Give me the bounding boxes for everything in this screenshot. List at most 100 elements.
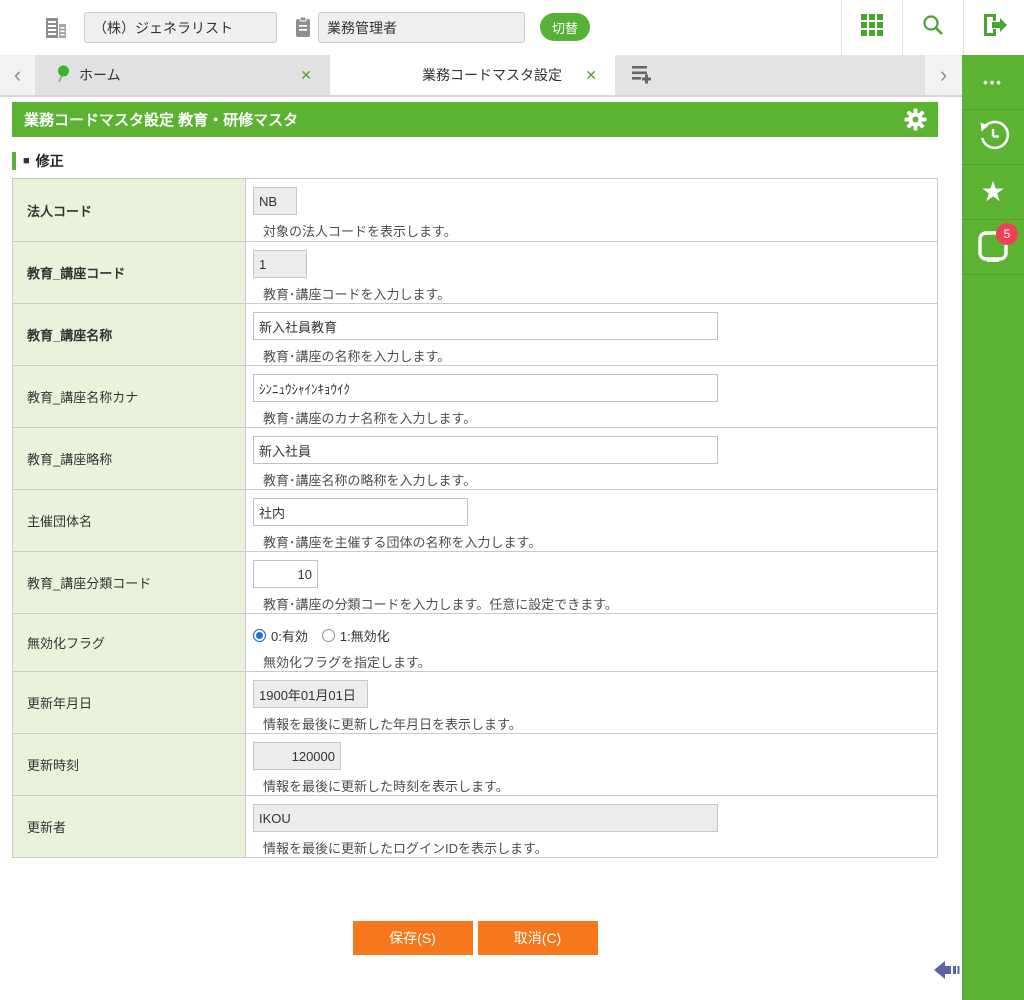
page-title: 業務コードマスタ設定 教育・研修マスタ: [24, 112, 299, 129]
logout-icon: [980, 12, 1008, 43]
tabs-scroll-right[interactable]: ›: [925, 55, 962, 95]
field-value-cell: 教育･講座の分類コードを入力します。任意に設定できます。: [246, 552, 937, 613]
search-icon: [921, 13, 945, 42]
field-value-cell: 教育･講座を主催する団体の名称を入力します。: [246, 490, 937, 551]
section-accent-bar: [12, 152, 16, 170]
add-tab-button[interactable]: [625, 62, 659, 90]
corporate-code-input: [253, 187, 297, 215]
form-row-corporate-code: 法人コード 対象の法人コードを表示します。: [13, 179, 937, 241]
form-row-organizer-name: 主催団体名 教育･講座を主催する団体の名称を入力します。: [13, 489, 937, 551]
save-button[interactable]: 保存(S): [352, 921, 473, 955]
field-help: 教育･講座の分類コードを入力します。任意に設定できます。: [263, 597, 618, 612]
field-value-cell: 情報を最後に更新した年月日を表示します。: [246, 672, 937, 733]
field-value-cell: 教育･講座コードを入力します。: [246, 242, 937, 303]
field-label: 教育_講座名称カナ: [27, 390, 139, 405]
field-label: 教育_講座分類コード: [27, 576, 152, 591]
field-label-cell: 教育_講座略称: [13, 428, 246, 489]
section-bullet: ■: [23, 155, 30, 167]
cancel-button[interactable]: 取消(C): [477, 921, 598, 955]
update-time-input: [253, 742, 341, 770]
grid-icon: [860, 13, 884, 42]
field-label-cell: 教育_講座名称カナ: [13, 366, 246, 427]
field-value-cell: 教育･講座の名称を入力します。: [246, 304, 937, 365]
form-row-updater: 更新者 情報を最後に更新したログインIDを表示します。: [13, 795, 937, 857]
logout-button[interactable]: [963, 0, 1024, 55]
radio-enabled-label: 0:有効: [271, 629, 308, 644]
app-grid-button[interactable]: [841, 0, 902, 55]
field-label: 無効化フラグ: [27, 636, 106, 651]
field-help: 対象の法人コードを表示します。: [263, 224, 457, 239]
search-button[interactable]: [902, 0, 963, 55]
field-label-cell: 更新者: [13, 796, 246, 857]
course-category-code-input[interactable]: [253, 560, 318, 588]
field-help: 情報を最後に更新したログインIDを表示します。: [263, 841, 548, 856]
role-input[interactable]: [318, 12, 525, 43]
tab-master-close-icon[interactable]: ✕: [585, 67, 597, 84]
field-value-cell: 対象の法人コードを表示します。: [246, 179, 937, 241]
field-help: 教育･講座を主催する団体の名称を入力します。: [263, 535, 542, 550]
field-label: 更新者: [27, 820, 67, 835]
field-label: 主催団体名: [27, 514, 93, 529]
tab-bar: ‹ ホーム ✕ 業務コードマスタ設定 ✕ ›: [0, 55, 962, 97]
field-label-cell: 法人コード: [13, 179, 246, 241]
add-tab-icon: [630, 64, 654, 89]
field-label-cell: 主催団体名: [13, 490, 246, 551]
radio-disabled-label: 1:無効化: [339, 629, 390, 644]
application-window: 切替: [0, 0, 1024, 1000]
course-name-input[interactable]: [253, 312, 718, 340]
field-label-cell: 更新年月日: [13, 672, 246, 733]
field-value-cell: 0:有効 1:無効化 無効化フラグを指定します。: [246, 614, 937, 671]
pin-icon: [55, 64, 71, 87]
star-icon: ★: [980, 176, 1006, 207]
tabs-scroll-left[interactable]: ‹: [0, 55, 35, 95]
collapse-sidebar-arrow-icon[interactable]: [934, 959, 960, 986]
course-code-input: [253, 250, 307, 278]
tab-home-close-icon[interactable]: ✕: [300, 67, 312, 84]
field-value-cell: 情報を最後に更新したログインIDを表示します。: [246, 796, 937, 857]
building-icon: [44, 17, 68, 44]
section-title: 修正: [35, 153, 64, 169]
field-value-cell: 情報を最後に更新した時刻を表示します。: [246, 734, 937, 795]
tab-home[interactable]: ホーム ✕: [35, 55, 330, 95]
form-row-course-name: 教育_講座名称 教育･講座の名称を入力します。: [13, 303, 937, 365]
field-help: 情報を最後に更新した年月日を表示します。: [263, 717, 522, 732]
field-label-cell: 教育_講座名称: [13, 304, 246, 365]
action-buttons: 保存(S) 取消(C): [12, 921, 938, 955]
sidebar-favorites-button[interactable]: ★: [962, 165, 1024, 220]
field-label: 更新時刻: [27, 758, 80, 773]
radio-enabled[interactable]: [253, 629, 266, 642]
tab-home-label: ホーム: [79, 67, 121, 83]
field-help: 教育･講座コードを入力します。: [263, 287, 451, 302]
field-value-cell: 教育･講座名称の略称を入力します。: [246, 428, 937, 489]
field-value-cell: 教育･講座のカナ名称を入力します。: [246, 366, 937, 427]
course-short-name-input[interactable]: [253, 436, 718, 464]
page-title-bar: 業務コードマスタ設定 教育・研修マスタ: [12, 102, 938, 137]
switch-button[interactable]: 切替: [540, 13, 590, 41]
course-name-kana-input[interactable]: [253, 374, 718, 402]
form-row-update-time: 更新時刻 情報を最後に更新した時刻を表示します。: [13, 733, 937, 795]
notification-badge: 5: [996, 223, 1018, 245]
form-row-disable-flag: 無効化フラグ 0:有効 1:無効化 無効化フラグを指定します。: [13, 613, 937, 671]
radio-disabled[interactable]: [321, 629, 335, 642]
field-label: 更新年月日: [27, 696, 93, 711]
tab-master-settings[interactable]: 業務コードマスタ設定 ✕: [330, 55, 615, 95]
field-label-cell: 無効化フラグ: [13, 614, 246, 671]
section-header: ■ 修正: [12, 151, 962, 171]
history-icon: [976, 118, 1010, 157]
company-input[interactable]: [84, 12, 277, 43]
updater-input: [253, 804, 718, 832]
sidebar-more-button[interactable]: •••: [962, 55, 1024, 110]
sidebar-history-button[interactable]: [962, 110, 1024, 165]
field-label-cell: 教育_講座分類コード: [13, 552, 246, 613]
tab-master-label: 業務コードマスタ設定: [422, 67, 562, 83]
form-row-course-code: 教育_講座コード 教育･講座コードを入力します。: [13, 241, 937, 303]
ellipsis-icon: •••: [983, 74, 1003, 90]
clipboard-icon: [294, 16, 312, 43]
form-row-course-category-code: 教育_講座分類コード 教育･講座の分類コードを入力します。任意に設定できます。: [13, 551, 937, 613]
gear-icon[interactable]: [904, 108, 927, 136]
field-label-cell: 更新時刻: [13, 734, 246, 795]
field-help: 無効化フラグを指定します。: [263, 655, 431, 670]
sidebar-inbox-button[interactable]: 5: [962, 220, 1024, 275]
field-label: 教育_講座略称: [27, 452, 113, 467]
organizer-name-input[interactable]: [253, 498, 468, 526]
